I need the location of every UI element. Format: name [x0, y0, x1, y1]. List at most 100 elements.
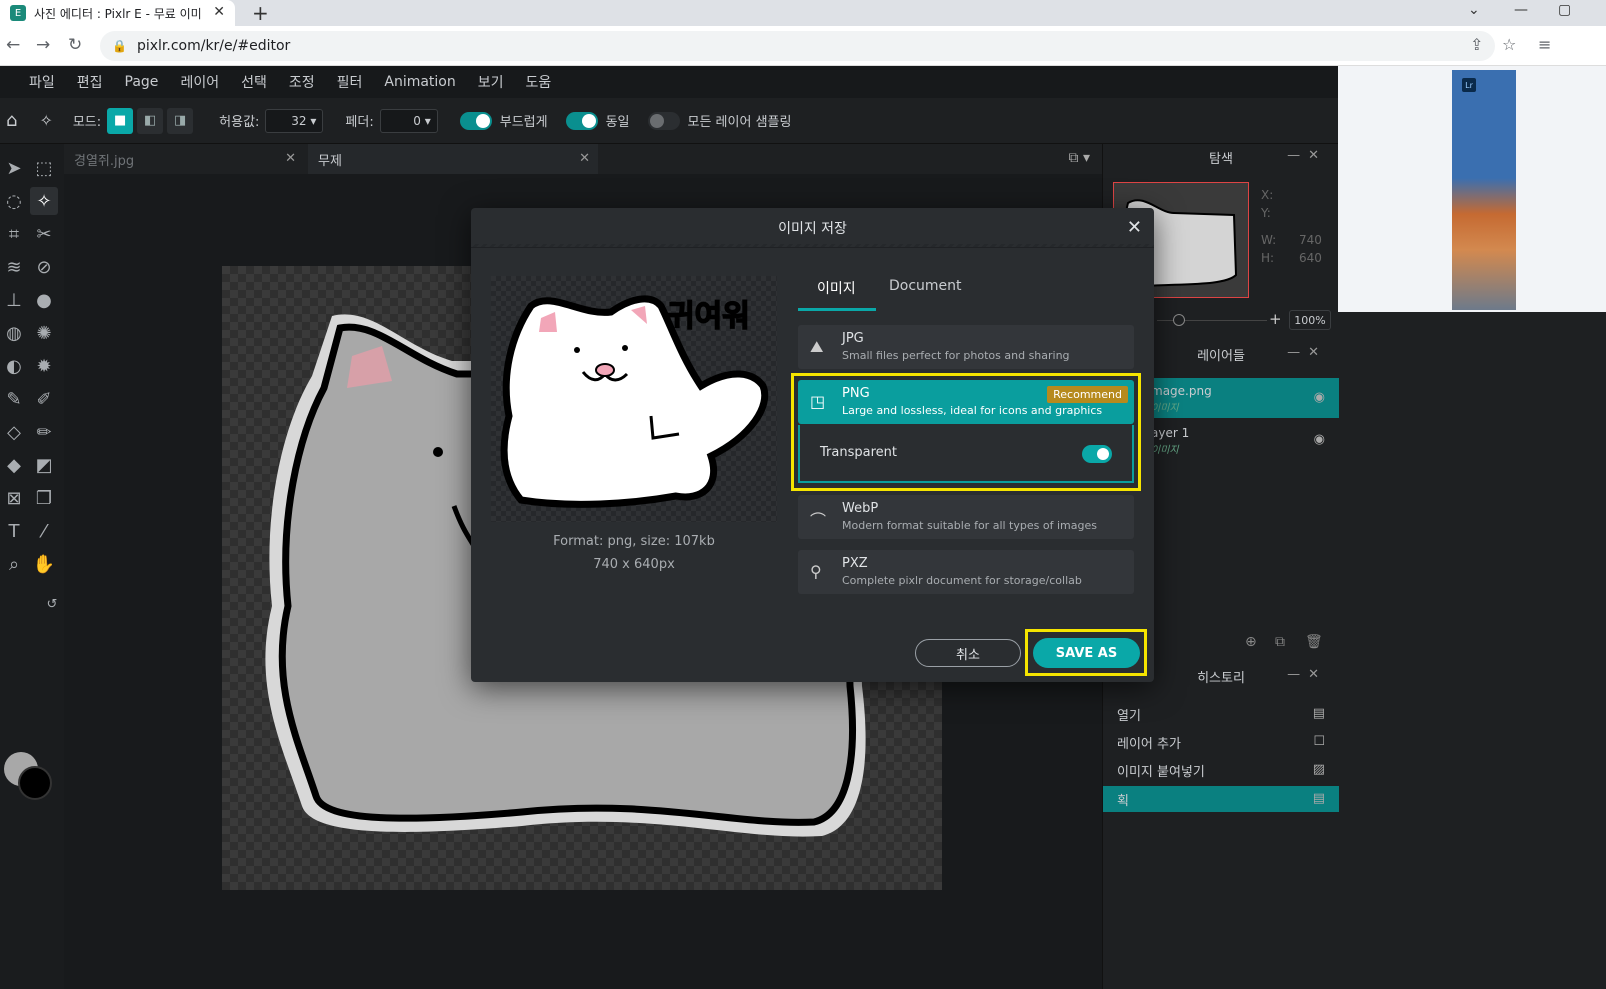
clone-stamp-icon[interactable]: ⊥: [0, 286, 28, 314]
pencil-tool-icon[interactable]: ✎: [0, 385, 28, 413]
format-option-webp[interactable]: ⌒ WebP Modern format suitable for all ty…: [798, 495, 1134, 539]
browser-tab[interactable]: E 사진 에디터 : Pixlr E - 무료 이미 ✕: [0, 0, 235, 26]
menu-help[interactable]: 도움: [515, 72, 563, 92]
delete-layer-icon[interactable]: 🗑: [1305, 634, 1323, 650]
maximize-icon[interactable]: ▢: [1558, 2, 1571, 18]
tab-image[interactable]: 이미지: [817, 278, 856, 298]
close-icon[interactable]: ✕: [1127, 217, 1142, 238]
back-icon[interactable]: ←: [6, 35, 20, 55]
cutout-tool-icon[interactable]: ✂: [30, 220, 58, 248]
eye-icon[interactable]: ◉: [1314, 432, 1325, 447]
menu-page[interactable]: Page: [114, 74, 170, 90]
doc-tab-1[interactable]: 경열쥐.jpg ✕: [64, 144, 304, 174]
history-item[interactable]: 열기 ▤: [1103, 701, 1339, 727]
text-tool-icon[interactable]: T: [0, 517, 28, 545]
swap-colors-icon[interactable]: ↺: [38, 590, 66, 618]
bookmark-star-icon[interactable]: ☆: [1502, 35, 1516, 54]
layer-name: mage.png: [1151, 384, 1212, 398]
mode-add-button[interactable]: ◧: [137, 107, 164, 134]
history-item[interactable]: 레이어 추가 ☐: [1103, 729, 1339, 755]
replace-color-icon[interactable]: ✏: [30, 418, 58, 446]
gradient-tool-icon[interactable]: ◩: [30, 451, 58, 479]
crop-tool-icon[interactable]: ⌗: [0, 220, 28, 248]
feather-input[interactable]: 0 ▾: [379, 108, 438, 133]
dialog-title: 이미지 저장: [778, 220, 847, 237]
dodge-tool-icon[interactable]: ◐: [0, 352, 28, 380]
lasso-tool-icon[interactable]: ◌: [0, 187, 28, 215]
zoom-value[interactable]: 100%: [1289, 310, 1331, 330]
close-doc-tab-icon[interactable]: ✕: [579, 151, 590, 166]
browser-tab-title: 사진 에디터 : Pixlr E - 무료 이미: [34, 6, 202, 21]
history-item[interactable]: 이미지 붙여넣기 ▨: [1103, 757, 1339, 783]
zoom-tool-icon[interactable]: ⌕: [0, 550, 28, 578]
cancel-button[interactable]: 취소: [915, 639, 1021, 667]
image-tool-icon[interactable]: ⊠: [0, 484, 28, 512]
format-option-pxz[interactable]: ⚲ PXZ Complete pixlr document for storag…: [798, 550, 1134, 594]
panel-controls-icon[interactable]: —✕: [1287, 667, 1327, 682]
nav-y-label: Y:: [1261, 206, 1271, 220]
sponge-tool-icon[interactable]: ✺: [30, 319, 58, 347]
history-item-active[interactable]: 획 ▤: [1103, 786, 1339, 812]
panel-controls-icon[interactable]: —✕: [1287, 345, 1327, 360]
doc-tab-2[interactable]: 무제 ✕: [308, 144, 598, 174]
liquify-tool-icon[interactable]: ≋: [0, 253, 28, 281]
add-layer-icon[interactable]: ⊕: [1245, 634, 1257, 650]
format-option-jpg[interactable]: ⛰ JPG Small files perfect for photos and…: [798, 325, 1134, 369]
tolerance-input[interactable]: 32 ▾: [265, 108, 324, 133]
mode-subtract-button[interactable]: ◨: [167, 107, 194, 134]
smooth-toggle[interactable]: [459, 111, 492, 130]
menu-animation[interactable]: Animation: [373, 74, 466, 90]
panel-controls-icon[interactable]: —✕: [1287, 148, 1327, 163]
zoom-slider-handle[interactable]: [1173, 314, 1185, 326]
minimize-icon[interactable]: —: [1514, 2, 1528, 18]
shape-tool-icon[interactable]: ❐: [30, 484, 58, 512]
save-as-button[interactable]: SAVE AS: [1033, 638, 1140, 668]
home-icon[interactable]: ⌂: [6, 110, 17, 131]
pattern-tool-icon[interactable]: ◍: [0, 319, 28, 347]
feather-label: 페더:: [345, 115, 374, 130]
tab-document[interactable]: Document: [889, 278, 962, 294]
nav-h-label: H:: [1261, 251, 1275, 265]
tab-search-icon[interactable]: ⌄: [1468, 2, 1480, 18]
menu-layer[interactable]: 레이어: [169, 72, 230, 92]
layer-square-icon: ☐: [1313, 734, 1325, 749]
color-tool-icon[interactable]: ✹: [30, 352, 58, 380]
menu-view[interactable]: 보기: [467, 72, 515, 92]
doc-tab-2-label: 무제: [318, 153, 342, 169]
wand-tool-icon[interactable]: ✧: [30, 187, 58, 215]
url-field[interactable]: 🔒 pixlr.com/kr/e/#editor: [100, 31, 1495, 61]
menu-adjust[interactable]: 조정: [278, 72, 326, 92]
blur-drop-icon[interactable]: ●: [30, 286, 58, 314]
zoom-in-icon[interactable]: +: [1269, 310, 1282, 328]
reload-icon[interactable]: ↻: [68, 35, 82, 55]
close-tab-icon[interactable]: ✕: [213, 4, 225, 20]
nav-h-value: 640: [1299, 251, 1322, 265]
duplicate-layer-icon[interactable]: ⧉: [1275, 634, 1285, 650]
sample-all-toggle[interactable]: [647, 111, 680, 130]
menu-edit[interactable]: 편집: [66, 72, 114, 92]
eraser-tool-icon[interactable]: ◇: [0, 418, 28, 446]
mode-new-button[interactable]: ■: [107, 107, 134, 134]
menu-filter[interactable]: 필터: [326, 72, 374, 92]
contiguous-toggle[interactable]: [565, 111, 598, 130]
eyedropper-tool-icon[interactable]: ⁄: [30, 517, 58, 545]
arrange-windows-icon[interactable]: ⧉ ▾: [1069, 150, 1090, 166]
share-icon[interactable]: ⇪: [1470, 35, 1483, 54]
arrange-tool-icon[interactable]: ➤: [0, 154, 28, 182]
fill-tool-icon[interactable]: ◆: [0, 451, 28, 479]
history-item-label: 열기: [1117, 708, 1141, 724]
marquee-tool-icon[interactable]: ⬚: [30, 154, 58, 182]
brush-tool-icon[interactable]: ✐: [30, 385, 58, 413]
new-tab-icon[interactable]: +: [252, 1, 269, 25]
history-item-label: 획: [1117, 793, 1129, 809]
menu-file[interactable]: 파일: [18, 72, 66, 92]
heal-tool-icon[interactable]: ⊘: [30, 253, 58, 281]
close-doc-tab-icon[interactable]: ✕: [285, 151, 296, 166]
menu-select[interactable]: 선택: [230, 72, 278, 92]
forward-icon[interactable]: →: [36, 35, 50, 55]
hand-tool-icon[interactable]: ✋: [30, 550, 58, 578]
background-color-swatch[interactable]: [18, 766, 52, 800]
advertisement-banner[interactable]: Lr: [1338, 66, 1606, 312]
reading-list-icon[interactable]: ≡: [1538, 35, 1551, 54]
eye-icon[interactable]: ◉: [1314, 390, 1325, 405]
